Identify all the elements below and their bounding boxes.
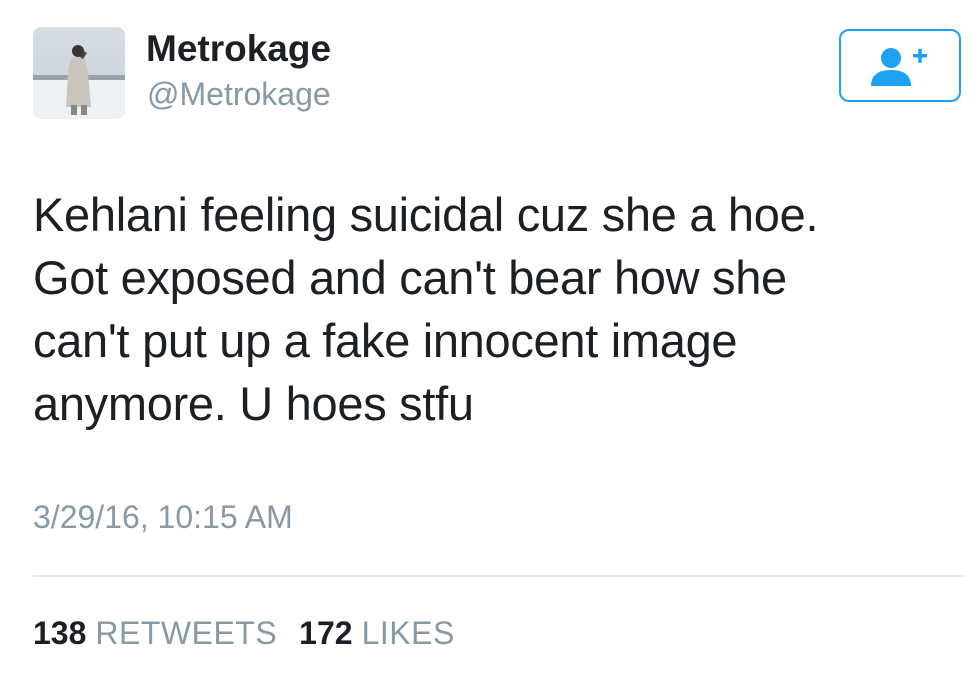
tweet-text-line: anymore. U hoes stfu — [33, 377, 474, 430]
tweet-card: Metrokage @Metrokage Kehlani feeling sui… — [0, 0, 980, 676]
display-name[interactable]: Metrokage — [146, 28, 331, 70]
likes-label: LIKES — [361, 615, 455, 651]
tweet-text: Kehlani feeling suicidal cuz she a hoe. … — [33, 183, 963, 435]
user-handle[interactable]: @Metrokage — [147, 75, 331, 113]
likes-count: 172 — [299, 615, 353, 651]
profile-photo-icon — [33, 45, 125, 119]
tweet-text-line: can't put up a fake innocent image — [33, 314, 738, 367]
divider — [33, 575, 963, 577]
retweets-label: RETWEETS — [95, 615, 278, 651]
tweet-timestamp[interactable]: 3/29/16, 10:15 AM — [33, 498, 293, 536]
follow-button[interactable] — [839, 29, 961, 102]
avatar[interactable] — [33, 27, 125, 119]
tweet-text-line: Kehlani feeling suicidal cuz she a hoe. — [33, 188, 819, 241]
tweet-text-line: Got exposed and can't bear how she — [33, 251, 787, 304]
retweets-stat[interactable]: 138 RETWEETS — [33, 613, 277, 653]
retweets-count: 138 — [33, 615, 87, 651]
likes-stat[interactable]: 172 LIKES — [299, 613, 455, 653]
tweet-stats: 138 RETWEETS 172 LIKES — [33, 613, 477, 653]
add-user-icon — [871, 47, 927, 86]
